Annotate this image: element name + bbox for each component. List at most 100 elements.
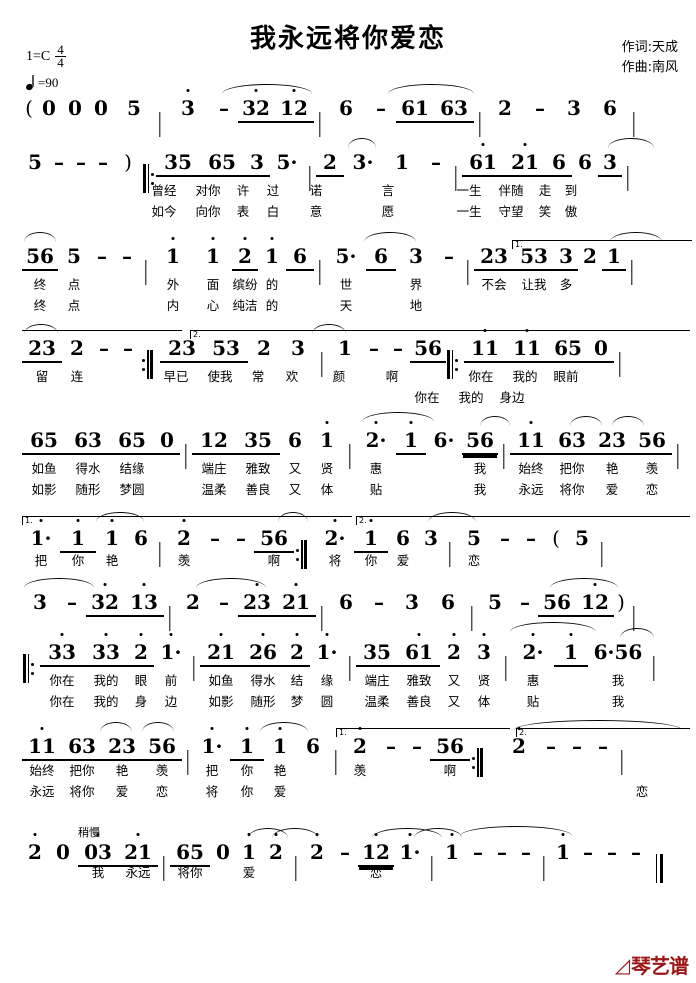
note: 1 (258, 244, 286, 268)
note: – (97, 244, 107, 268)
lyric: 艳 (115, 763, 129, 778)
lyric: 表 (236, 204, 250, 219)
lyric: 面 (206, 277, 220, 292)
lyric: 你在 (49, 673, 75, 688)
note: – (67, 590, 77, 614)
note: 1 (550, 840, 576, 864)
lyric: 的 (265, 298, 279, 313)
note: 56 (430, 734, 470, 761)
lyric: 边 (164, 694, 178, 709)
note: 1· (154, 640, 188, 664)
note: – (546, 734, 556, 758)
note: – (123, 336, 133, 360)
note: 2 (284, 640, 310, 667)
lyric: 终 (33, 277, 47, 292)
note: – (236, 526, 246, 550)
note: 63 (62, 734, 102, 761)
lyric: 让我 (521, 277, 547, 292)
note: ( (552, 526, 560, 550)
lyric: 将你 (69, 784, 95, 799)
note: 63 (552, 428, 592, 455)
lyric: 恋 (645, 482, 659, 497)
note: 11 (22, 734, 62, 761)
lyric: 永远 (125, 865, 151, 880)
lyric: 世 (339, 277, 353, 292)
slur (608, 138, 654, 148)
note: 5 (127, 96, 141, 120)
note: 6 (546, 150, 572, 177)
note: 5 (575, 526, 589, 550)
lyric: 艳 (105, 553, 119, 568)
note: 32 (238, 96, 274, 123)
lyric: 如影 (208, 694, 234, 709)
note: 26 (242, 640, 284, 667)
lyric: 我 (611, 694, 625, 709)
note: 6 (286, 244, 314, 271)
note: 1 (354, 526, 388, 553)
note: 2· (512, 640, 554, 664)
lyric: 我 (91, 865, 105, 880)
note: 2 (500, 734, 538, 758)
note: 1 (96, 526, 128, 550)
lyrics-row-verse2: 终 点 内 心 纯洁 的 天 地 (0, 295, 696, 316)
lyric: 言 (381, 183, 395, 198)
note: 6· (433, 428, 455, 452)
lyric: 过 (266, 183, 280, 198)
note: 5· (276, 150, 298, 174)
note: 6 (339, 96, 353, 120)
lyric: 啊 (443, 763, 457, 778)
note: 3 (598, 150, 622, 177)
note: 3 (244, 150, 270, 177)
lyric: 爱 (605, 482, 619, 497)
lyric: 贴 (369, 482, 383, 497)
note: – (520, 590, 530, 614)
note: 3 (405, 590, 419, 614)
note: – (340, 840, 350, 864)
note: 21 (504, 150, 546, 177)
lyric: 把 (34, 553, 48, 568)
lyric: 恋 (635, 784, 649, 799)
note: 6 (339, 590, 353, 614)
lyric: 如鱼 (208, 673, 234, 688)
note: 0 (216, 840, 230, 864)
lyric: 善良 (245, 482, 271, 497)
note: 12 (274, 96, 314, 123)
lyric: 前 (164, 673, 178, 688)
lyric: 体 (477, 694, 491, 709)
score-line-5: 65 63 65 0 12 35 6 1 2· 1 6· 56 11 63 23… (0, 412, 696, 514)
score-line-3: 1. 56 5 – – 1 1 2 1 6 5· 6 3 – 23 53 3 2… (0, 232, 696, 332)
note: 0 (68, 96, 82, 120)
note: – (376, 96, 386, 120)
lyric: 的 (265, 277, 279, 292)
notes-row: 65 63 65 0 12 35 6 1 2· 1 6· 56 11 63 23… (0, 412, 696, 458)
lyric: 点 (67, 298, 81, 313)
slur (272, 828, 318, 838)
note: 1 (60, 526, 96, 553)
lyric: 地 (409, 298, 423, 313)
note: 61 (398, 640, 440, 667)
slur (248, 828, 288, 838)
lyric: 如鱼 (31, 461, 57, 476)
note: 53 (514, 244, 554, 271)
note: 6·56 (593, 640, 643, 664)
note: 33 (40, 640, 84, 667)
lyric: 我的 (458, 390, 484, 405)
note: – (393, 336, 403, 360)
lyric: 恋 (369, 865, 383, 880)
lyric: 你 (240, 784, 254, 799)
score-line-9: 1. 2. 11 63 23 56 1· 1 1 6 2 – – 56 2 – … (0, 720, 696, 816)
lyric: 爱 (242, 865, 256, 880)
lyric: 颜 (332, 369, 346, 384)
lyric: 端庄 (201, 461, 227, 476)
lyric: 又 (288, 461, 302, 476)
note: 3 (424, 526, 438, 550)
note: 5 (488, 590, 502, 614)
lyric: 将 (205, 784, 219, 799)
lyric: 身边 (499, 390, 525, 405)
notes-row: 33 33 2 1· 21 26 2 1· 35 61 2 3 2· 1 6·5… (0, 622, 696, 683)
note: 53 (204, 336, 248, 363)
note: 3 (554, 244, 578, 271)
tempo-marking: =90 (26, 74, 66, 91)
slur (222, 84, 312, 94)
note: 2 (22, 840, 48, 864)
